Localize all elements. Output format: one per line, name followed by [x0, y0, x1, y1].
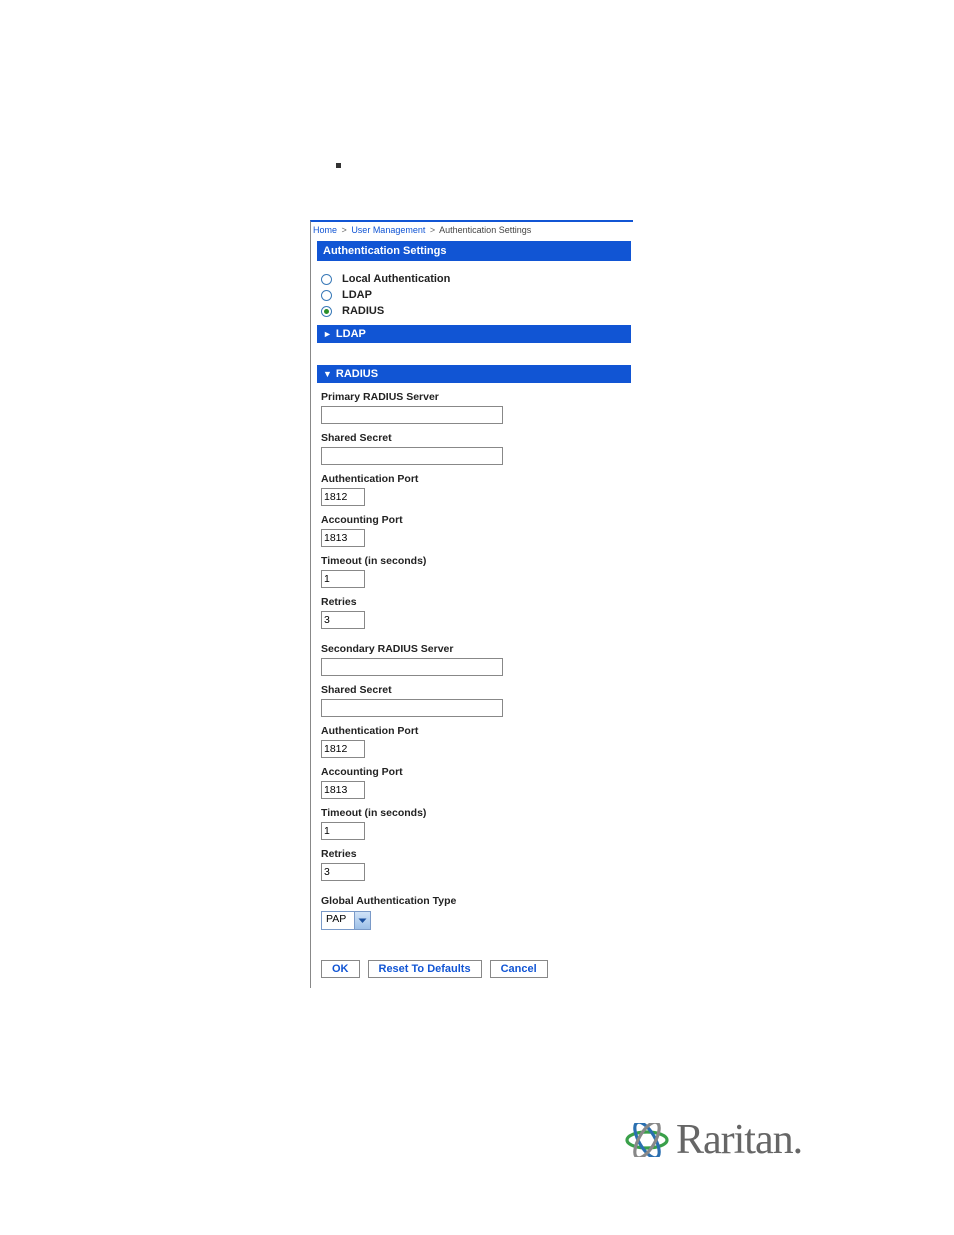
cancel-button[interactable]: Cancel [490, 960, 548, 978]
secondary-timeout-label: Timeout (in seconds) [321, 807, 627, 819]
primary-server-label: Primary RADIUS Server [321, 391, 627, 403]
radius-section-label: RADIUS [336, 368, 378, 380]
radio-label-local: Local Authentication [342, 273, 450, 285]
secondary-secret-label: Shared Secret [321, 684, 627, 696]
secondary-authport-input[interactable] [321, 740, 365, 758]
radius-form: Primary RADIUS Server Shared Secret Auth… [311, 383, 633, 942]
chevron-down-icon [354, 912, 370, 929]
radius-section-header[interactable]: ▼ RADIUS [317, 365, 631, 383]
primary-secret-label: Shared Secret [321, 432, 627, 444]
ldap-section-label: LDAP [336, 328, 366, 340]
global-auth-type-label: Global Authentication Type [321, 895, 627, 907]
primary-acctport-label: Accounting Port [321, 514, 627, 526]
breadcrumb: Home > User Management > Authentication … [311, 222, 633, 241]
secondary-retries-label: Retries [321, 848, 627, 860]
button-row: OK Reset To Defaults Cancel [311, 942, 633, 988]
primary-timeout-input[interactable] [321, 570, 365, 588]
logo-icon [624, 1123, 670, 1157]
bullet-icon [336, 163, 341, 168]
ldap-section-header[interactable]: ► LDAP [317, 325, 631, 343]
radio-radius[interactable] [321, 306, 332, 317]
secondary-acctport-input[interactable] [321, 781, 365, 799]
brand-name: Raritan. [676, 1116, 802, 1164]
primary-retries-input[interactable] [321, 611, 365, 629]
global-auth-type-value: PAP [322, 912, 354, 929]
breadcrumb-sep: > [340, 225, 349, 235]
breadcrumb-current: Authentication Settings [439, 225, 531, 235]
radio-ldap[interactable] [321, 290, 332, 301]
secondary-acctport-label: Accounting Port [321, 766, 627, 778]
ok-button[interactable]: OK [321, 960, 360, 978]
chevron-right-icon: ► [323, 330, 332, 339]
primary-authport-label: Authentication Port [321, 473, 627, 485]
primary-acctport-input[interactable] [321, 529, 365, 547]
breadcrumb-sep: > [428, 225, 437, 235]
radio-label-radius: RADIUS [342, 305, 384, 317]
primary-retries-label: Retries [321, 596, 627, 608]
secondary-authport-label: Authentication Port [321, 725, 627, 737]
global-auth-type-select[interactable]: PAP [321, 911, 371, 930]
secondary-server-input[interactable] [321, 658, 503, 676]
panel-title: Authentication Settings [317, 241, 631, 261]
primary-server-input[interactable] [321, 406, 503, 424]
radio-label-ldap: LDAP [342, 289, 372, 301]
secondary-retries-input[interactable] [321, 863, 365, 881]
secondary-timeout-input[interactable] [321, 822, 365, 840]
primary-secret-input[interactable] [321, 447, 503, 465]
reset-defaults-button[interactable]: Reset To Defaults [368, 960, 482, 978]
secondary-server-label: Secondary RADIUS Server [321, 643, 627, 655]
breadcrumb-home[interactable]: Home [313, 225, 337, 235]
brand-logo: Raritan. [624, 1116, 802, 1164]
radio-local-auth[interactable] [321, 274, 332, 285]
primary-authport-input[interactable] [321, 488, 365, 506]
primary-timeout-label: Timeout (in seconds) [321, 555, 627, 567]
auth-settings-panel: Home > User Management > Authentication … [310, 220, 633, 988]
chevron-down-icon: ▼ [323, 370, 332, 379]
secondary-secret-input[interactable] [321, 699, 503, 717]
breadcrumb-section[interactable]: User Management [351, 225, 425, 235]
auth-type-radios: Local Authentication LDAP RADIUS [311, 261, 633, 325]
